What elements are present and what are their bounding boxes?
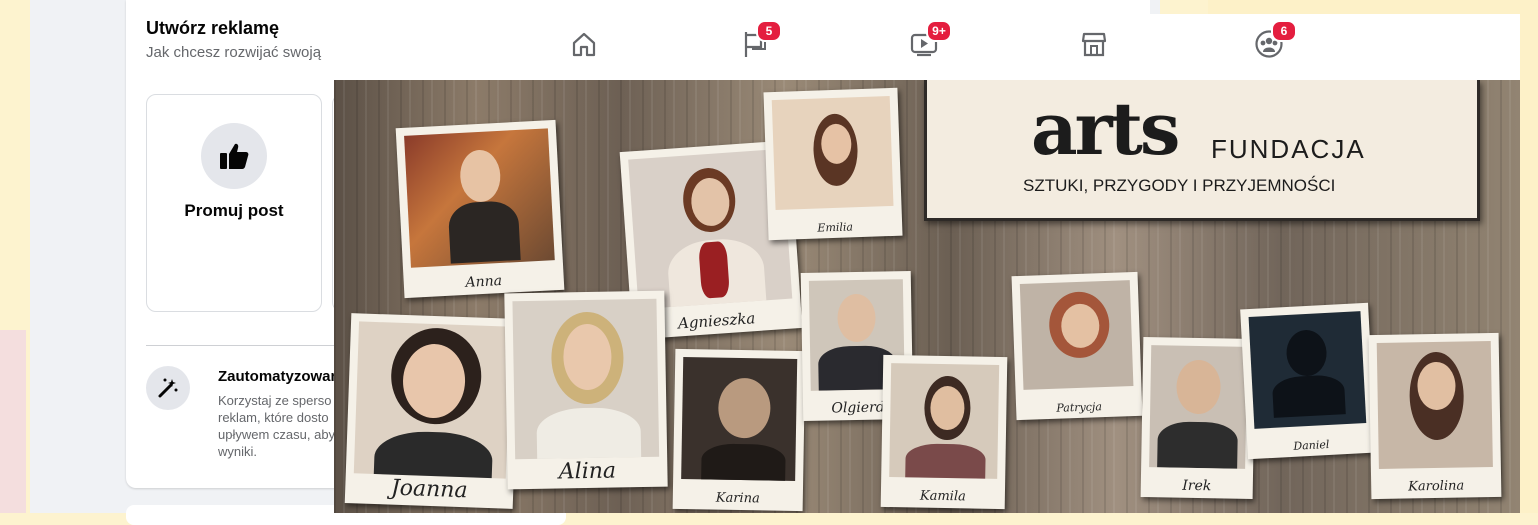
polaroid-anna: Anna [395, 119, 565, 299]
photo [404, 128, 555, 268]
polaroid-alina: Alina [504, 290, 668, 490]
polaroid-karolina: Karolina [1368, 332, 1502, 500]
automated-ads-title[interactable]: Zautomatyzowan [218, 368, 340, 385]
logo-banner: arts FUNDACJA SZTUKI, PRZYGODY I PRZYJEM… [924, 80, 1480, 221]
notification-badge: 9+ [926, 20, 952, 42]
nav-marketplace[interactable] [1074, 28, 1114, 64]
photo [681, 357, 798, 481]
polaroid-irek: Irek [1140, 337, 1256, 499]
photo-name: Karolina [1408, 478, 1465, 495]
desc-line: upływem czasu, aby [218, 427, 336, 442]
photo-name: Anna [465, 272, 503, 291]
photo [1376, 341, 1493, 469]
polaroid-daniel: Daniel [1240, 302, 1376, 460]
create-ad-subtitle: Jak chcesz rozwijać swoją [146, 44, 322, 61]
nav-pages[interactable]: 5 [734, 20, 782, 64]
promote-post-label: Promuj post [184, 201, 284, 220]
photo [1149, 345, 1248, 469]
nav-groups[interactable]: 6 [1249, 20, 1297, 64]
photo [771, 95, 894, 211]
photo-name: Joanna [390, 475, 468, 504]
thumbs-up-icon [201, 123, 267, 189]
photo-name: Alina [558, 458, 617, 485]
logo-tagline: SZTUKI, PRZYGODY I PRZYJEMNOŚCI [1023, 176, 1336, 195]
photo [889, 363, 1000, 479]
marketplace-icon [1080, 30, 1108, 63]
desc-line: wyniki. [218, 444, 258, 459]
photo-name: Daniel [1293, 437, 1330, 453]
logo-fundacja: FUNDACJA [1211, 134, 1366, 164]
polaroid-kamila: Kamila [880, 354, 1008, 510]
desc-line: Korzystaj ze sperso [218, 393, 332, 408]
photo-name: Patrycja [1056, 400, 1103, 415]
home-icon [570, 30, 598, 63]
photo-name: Irek [1182, 477, 1212, 495]
top-navigation: 5 9+ 6 [334, 14, 1520, 80]
notification-badge: 6 [1271, 20, 1297, 42]
promote-post-option[interactable]: Promuj post [146, 94, 322, 312]
background-strip [0, 330, 26, 513]
photo [1019, 280, 1134, 390]
polaroid-patrycja: Patrycja [1011, 271, 1143, 421]
magic-wand-icon [146, 366, 190, 410]
photo [512, 298, 660, 460]
photo-name: Karina [715, 490, 760, 507]
nav-watch[interactable]: 9+ [904, 20, 952, 64]
nav-home[interactable] [564, 28, 604, 64]
automated-ads-description: Korzystaj ze sperso reklam, które dosto … [218, 392, 335, 460]
desc-line: reklam, które dosto [218, 410, 329, 425]
photo-name: Kamila [919, 488, 966, 505]
notification-badge: 5 [756, 20, 782, 42]
polaroid-emilia: Emilia [763, 87, 903, 241]
search-bar-edge [530, 0, 1150, 14]
create-ad-title: Utwórz reklamę [146, 18, 280, 38]
logo-arts: arts [1031, 86, 1180, 171]
photo-name: Emilia [817, 220, 854, 235]
photo [1248, 311, 1367, 429]
cover-photo[interactable]: arts FUNDACJA SZTUKI, PRZYGODY I PRZYJEM… [334, 80, 1520, 513]
polaroid-joanna: Joanna [344, 313, 520, 509]
polaroid-karina: Karina [672, 348, 806, 512]
photo [353, 321, 511, 479]
